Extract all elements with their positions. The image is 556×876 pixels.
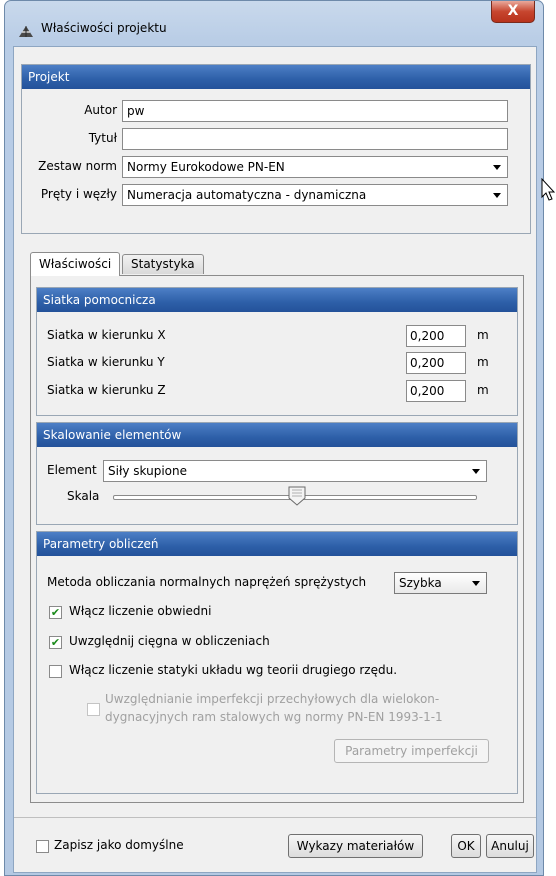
window-title: Właściwości projektu [41,21,167,35]
metoda-select[interactable]: Szybka [394,572,487,594]
skala-slider-thumb[interactable] [288,486,306,506]
metoda-value: Szybka [399,576,442,590]
chevron-down-icon [472,581,480,586]
obwiednie-checkbox[interactable]: ✔ [49,606,62,619]
tab-wlasciwosci[interactable]: Właściwości [30,252,121,276]
siatka-y-input[interactable]: 0,200 [406,352,466,374]
metoda-label: Metoda obliczania normalnych naprężeń sp… [47,575,367,589]
siatka-x-input[interactable]: 0,200 [406,325,466,347]
anuluj-button[interactable]: Anuluj [486,834,534,858]
siatka-y-label: Siatka w kierunku Y [47,355,165,369]
footer-divider [14,817,536,818]
siatka-group: Siatka pomocnicza Siatka w kierunku X 0,… [36,287,518,416]
skalowanie-header: Skalowanie elementów [37,423,517,447]
chevron-down-icon [472,469,480,474]
statyka-label: Włącz liczenie statyki układu wg teorii … [69,663,398,677]
siatka-x-label: Siatka w kierunku X [47,328,166,342]
wykazy-materialow-button[interactable]: Wykazy materiałów [288,834,423,858]
projekt-header: Projekt [22,65,530,89]
chevron-down-icon [493,165,501,170]
close-button[interactable]: X [491,1,535,23]
parametry-group: Parametry obliczeń Metoda obliczania nor… [36,531,518,794]
chevron-down-icon [493,193,501,198]
ok-button[interactable]: OK [451,834,481,858]
siatka-z-input[interactable]: 0,200 [406,380,466,402]
siatka-z-label: Siatka w kierunku Z [47,383,166,397]
ciegna-checkbox[interactable]: ✔ [49,636,62,649]
checkmark-icon: ✔ [50,636,61,649]
tab-panel-wlasciwosci: Siatka pomocnicza Siatka w kierunku X 0,… [30,275,524,803]
zestaw-norm-label: Zestaw norm [38,159,117,173]
prety-wezly-select[interactable]: Numeracja automatyczna - dynamiczna [122,184,508,206]
siatka-z-unit: m [477,383,489,397]
element-label: Element [47,463,97,477]
close-icon: X [507,3,519,19]
imperfekcje-label-line2: dygnacyjnych ram stalowych wg normy PN-E… [105,710,443,724]
mouse-pointer-icon [541,178,555,201]
zestaw-norm-select[interactable]: Normy Eurokodowe PN-EN [122,156,508,178]
prety-wezly-label: Pręty i węzły [40,187,117,201]
siatka-header: Siatka pomocnicza [37,288,517,312]
app-icon [19,26,33,37]
element-select[interactable]: Siły skupione [103,460,487,482]
autor-input[interactable]: pw [122,100,508,122]
zapisz-domyslne-checkbox[interactable] [36,840,49,853]
ciegna-label: Uwzględnij cięgna w obliczeniach [69,634,270,648]
zestaw-norm-value: Normy Eurokodowe PN-EN [127,160,285,174]
skalowanie-group: Skalowanie elementów Element Siły skupio… [36,422,518,525]
zapisz-domyslne-label: Zapisz jako domyślne [54,838,184,852]
prety-wezly-value: Numeracja automatyczna - dynamiczna [127,188,367,202]
element-value: Siły skupione [108,464,187,478]
title-bar[interactable]: Właściwości projektu X [5,1,543,41]
parametry-header: Parametry obliczeń [37,532,517,556]
obwiednie-label: Włącz liczenie obwiedni [69,604,212,618]
dialog-window: Właściwości projektu X Projekt Autor pw … [4,0,544,876]
projekt-group: Projekt Autor pw Tytuł Zestaw norm Normy… [21,64,531,234]
tab-statystyka[interactable]: Statystyka [122,254,204,274]
tytul-input[interactable] [122,128,508,150]
imperfekcje-checkbox[interactable] [87,703,100,716]
autor-label: Autor [84,103,117,117]
statyka-checkbox[interactable] [49,665,62,678]
parametry-imperfekcji-button[interactable]: Parametry imperfekcji [334,739,489,763]
siatka-x-unit: m [477,328,489,342]
checkmark-icon: ✔ [50,606,61,619]
imperfekcje-label-line1: Uwzględnianie imperfekcji przechyłowych … [105,692,440,706]
tytul-label: Tytuł [88,131,117,145]
siatka-y-unit: m [477,355,489,369]
skala-label: Skala [67,489,100,503]
dialog-client: Projekt Autor pw Tytuł Zestaw norm Normy… [13,46,537,873]
